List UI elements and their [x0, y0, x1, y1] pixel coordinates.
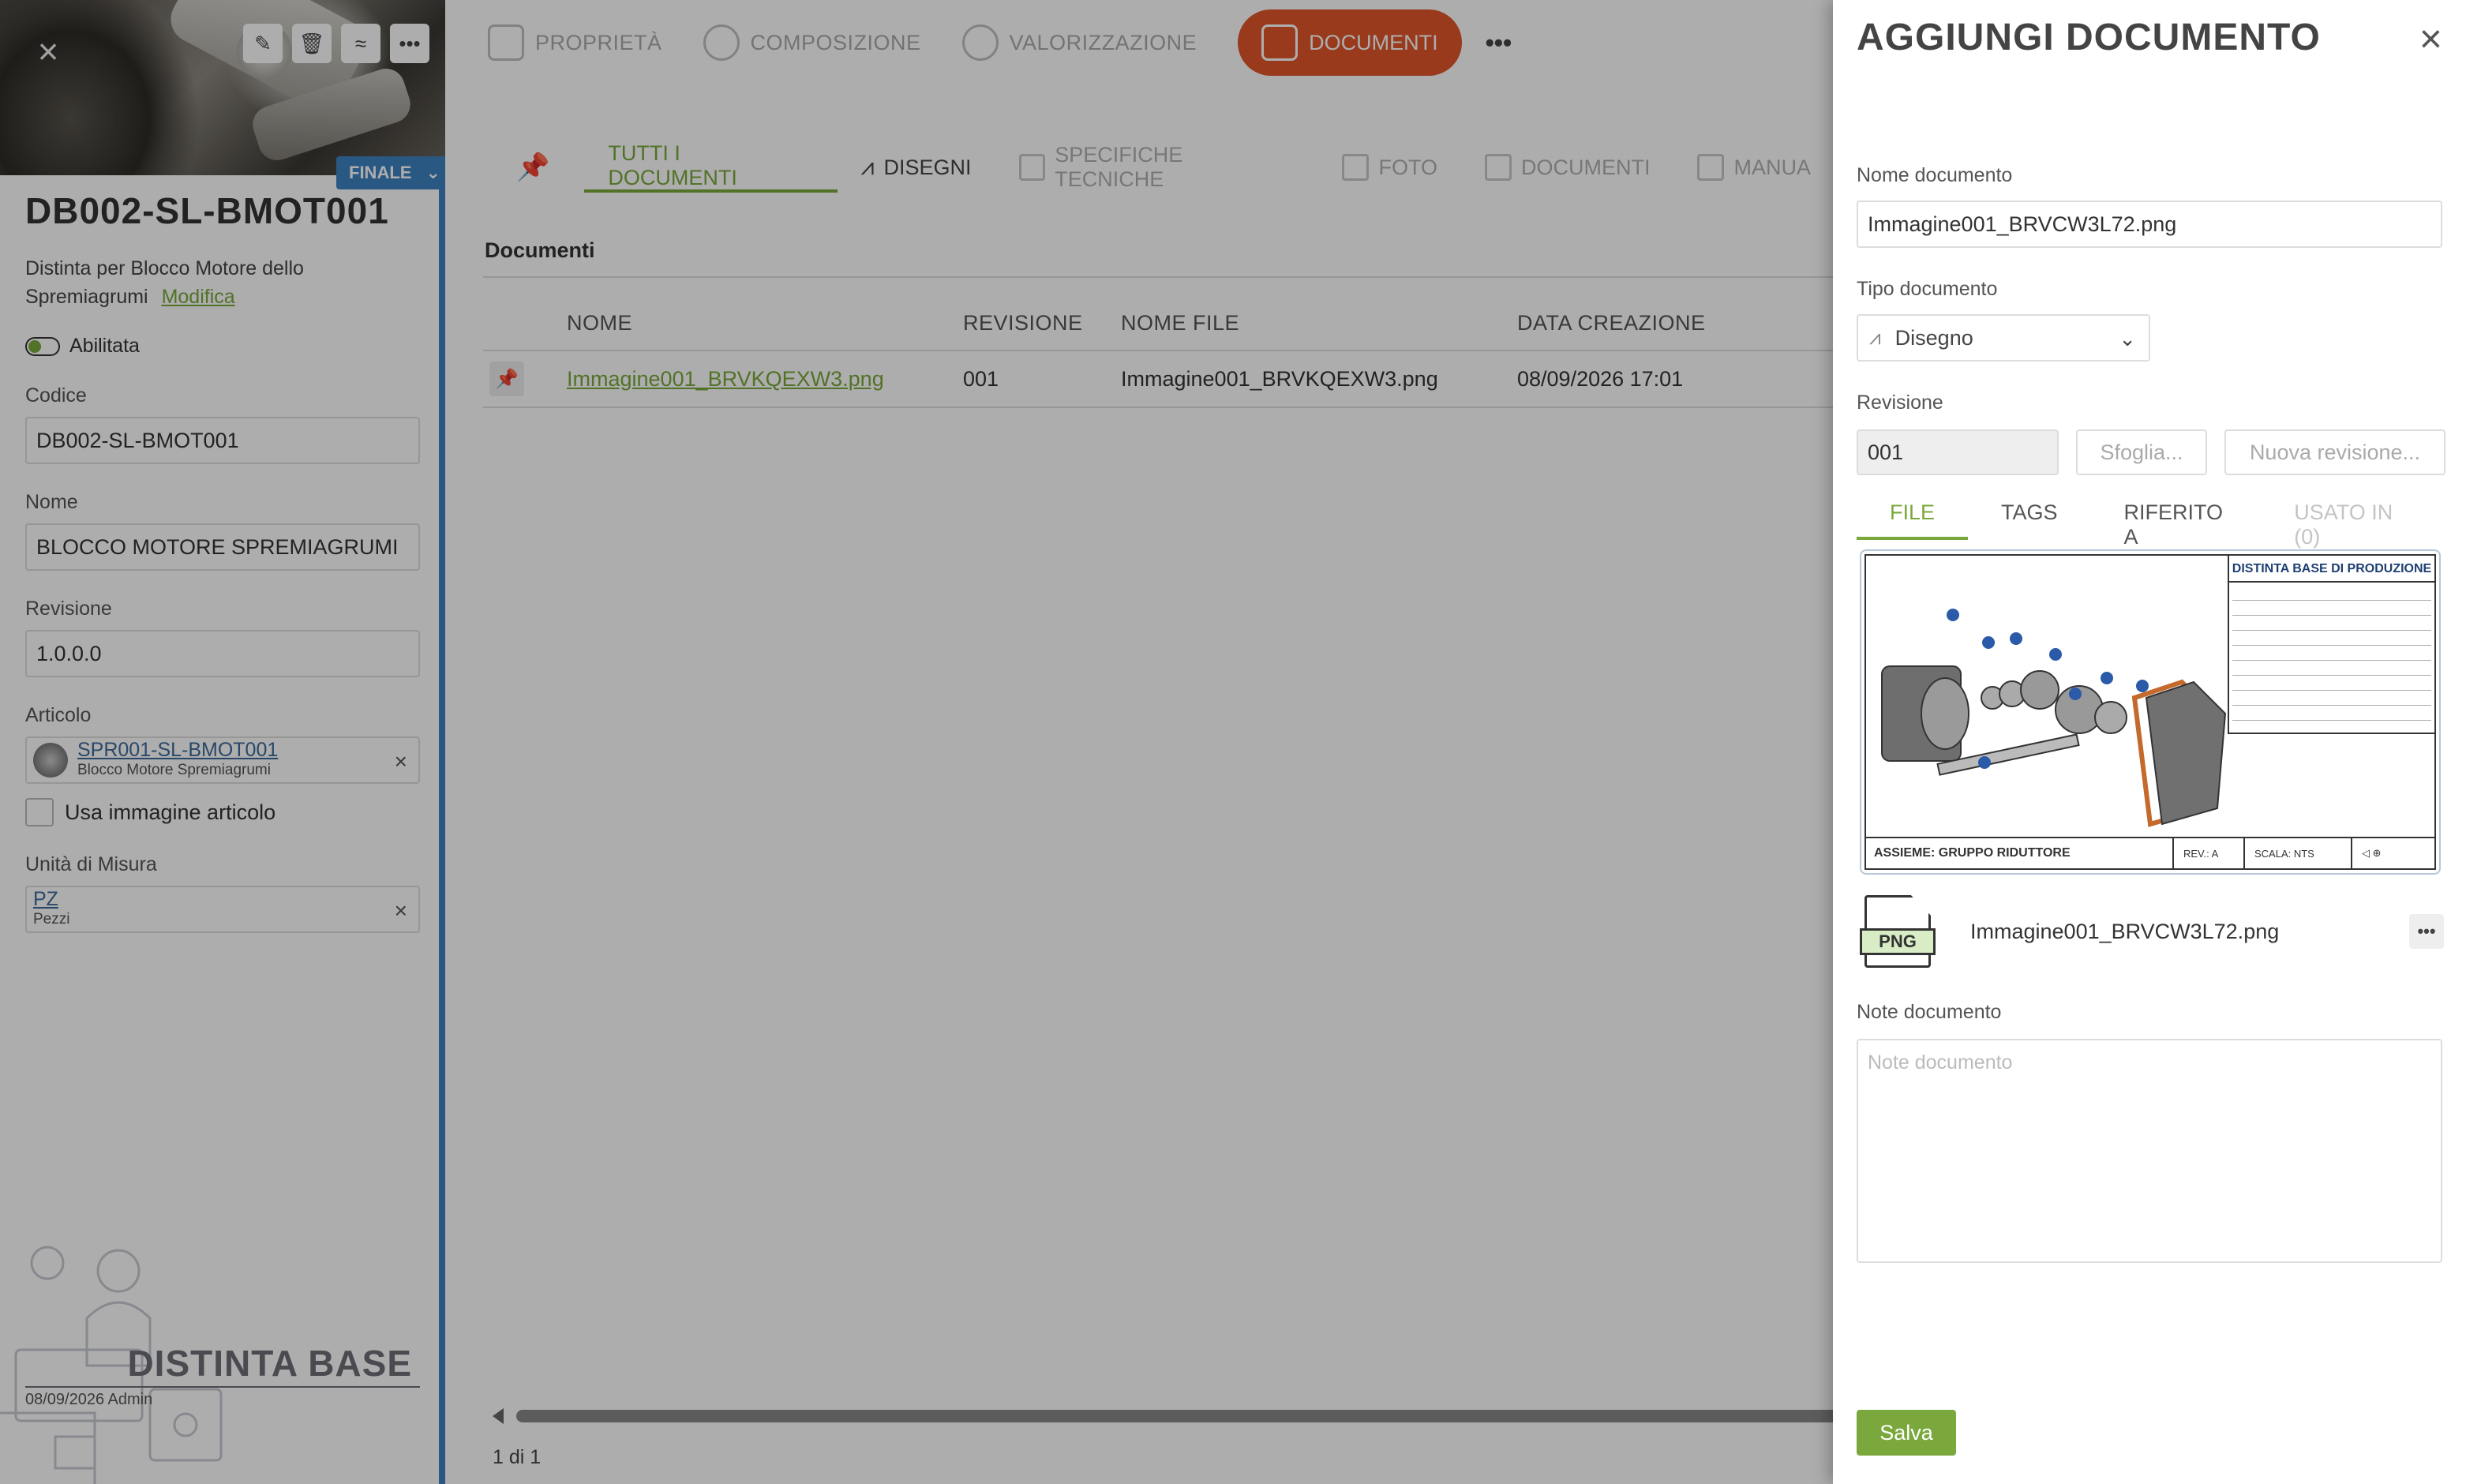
attached-file: PNG Immagine001_BRVCW3L72.png ••• — [1860, 892, 2444, 971]
rev-label: REV.: A — [2172, 838, 2243, 869]
browse-button[interactable]: Sfoglia... — [2076, 429, 2207, 475]
drawer-tabs: FILE TAGS RIFERITO A USATO IN (0) — [1857, 489, 2442, 549]
png-file-icon: PNG — [1860, 894, 1936, 969]
projection-icon: ◁ ⊕ — [2351, 838, 2434, 869]
more-icon[interactable]: ••• — [2409, 914, 2444, 949]
type-label: Tipo documento — [1857, 278, 1998, 300]
drawer-title: AGGIUNGI DOCUMENTO — [1857, 17, 2321, 58]
compass-icon: ⩘ — [1869, 325, 1881, 349]
name-label: Nome documento — [1857, 164, 2013, 186]
file-preview[interactable]: DISTINTA BASE DI PRODUZIONE ASSIEME: GRU… — [1860, 549, 2441, 875]
modal-overlay[interactable] — [0, 0, 1833, 1484]
close-icon[interactable]: × — [2419, 19, 2442, 58]
assembly-label: ASSIEME: GRUPPO RIDUTTORE — [1874, 846, 2071, 860]
new-revision-button[interactable]: Nuova revisione... — [2224, 429, 2445, 475]
save-button[interactable]: Salva — [1857, 1410, 1956, 1456]
tab-riferito[interactable]: RIFERITO A — [2091, 489, 2262, 549]
add-document-drawer: AGGIUNGI DOCUMENTO × Nome documento Imma… — [1833, 0, 2466, 1484]
scale-label: SCALA: NTS — [2243, 838, 2351, 869]
revision-label: Revisione — [1857, 392, 1943, 414]
chevron-down-icon: ⌄ — [2119, 327, 2136, 350]
tab-usato-in: USATO IN (0) — [2294, 500, 2393, 549]
document-type-select[interactable]: ⩘ Disegno ⌄ — [1857, 314, 2150, 362]
file-type-badge: PNG — [1860, 928, 1936, 955]
document-name-input[interactable]: Immagine001_BRVCW3L72.png — [1857, 200, 2442, 248]
notes-textarea[interactable]: Note documento — [1857, 1039, 2442, 1263]
tab-tags[interactable]: TAGS — [1968, 489, 2091, 540]
tab-file[interactable]: FILE — [1857, 489, 1969, 540]
exploded-gearbox-drawing — [1881, 609, 2227, 827]
revision-row: 001 Sfoglia... Nuova revisione... — [1857, 429, 2445, 475]
preview-table-title: DISTINTA BASE DI PRODUZIONE — [2229, 556, 2434, 583]
title-block: ASSIEME: GRUPPO RIDUTTORE REV.: A SCALA:… — [1866, 837, 2434, 869]
revision-input[interactable]: 001 — [1857, 429, 2059, 475]
selected-type: Disegno — [1894, 325, 1973, 350]
bom-table-image: DISTINTA BASE DI PRODUZIONE — [2228, 556, 2434, 734]
notes-label: Note documento — [1857, 1001, 2002, 1023]
file-name: Immagine001_BRVCW3L72.png — [1970, 919, 2280, 943]
